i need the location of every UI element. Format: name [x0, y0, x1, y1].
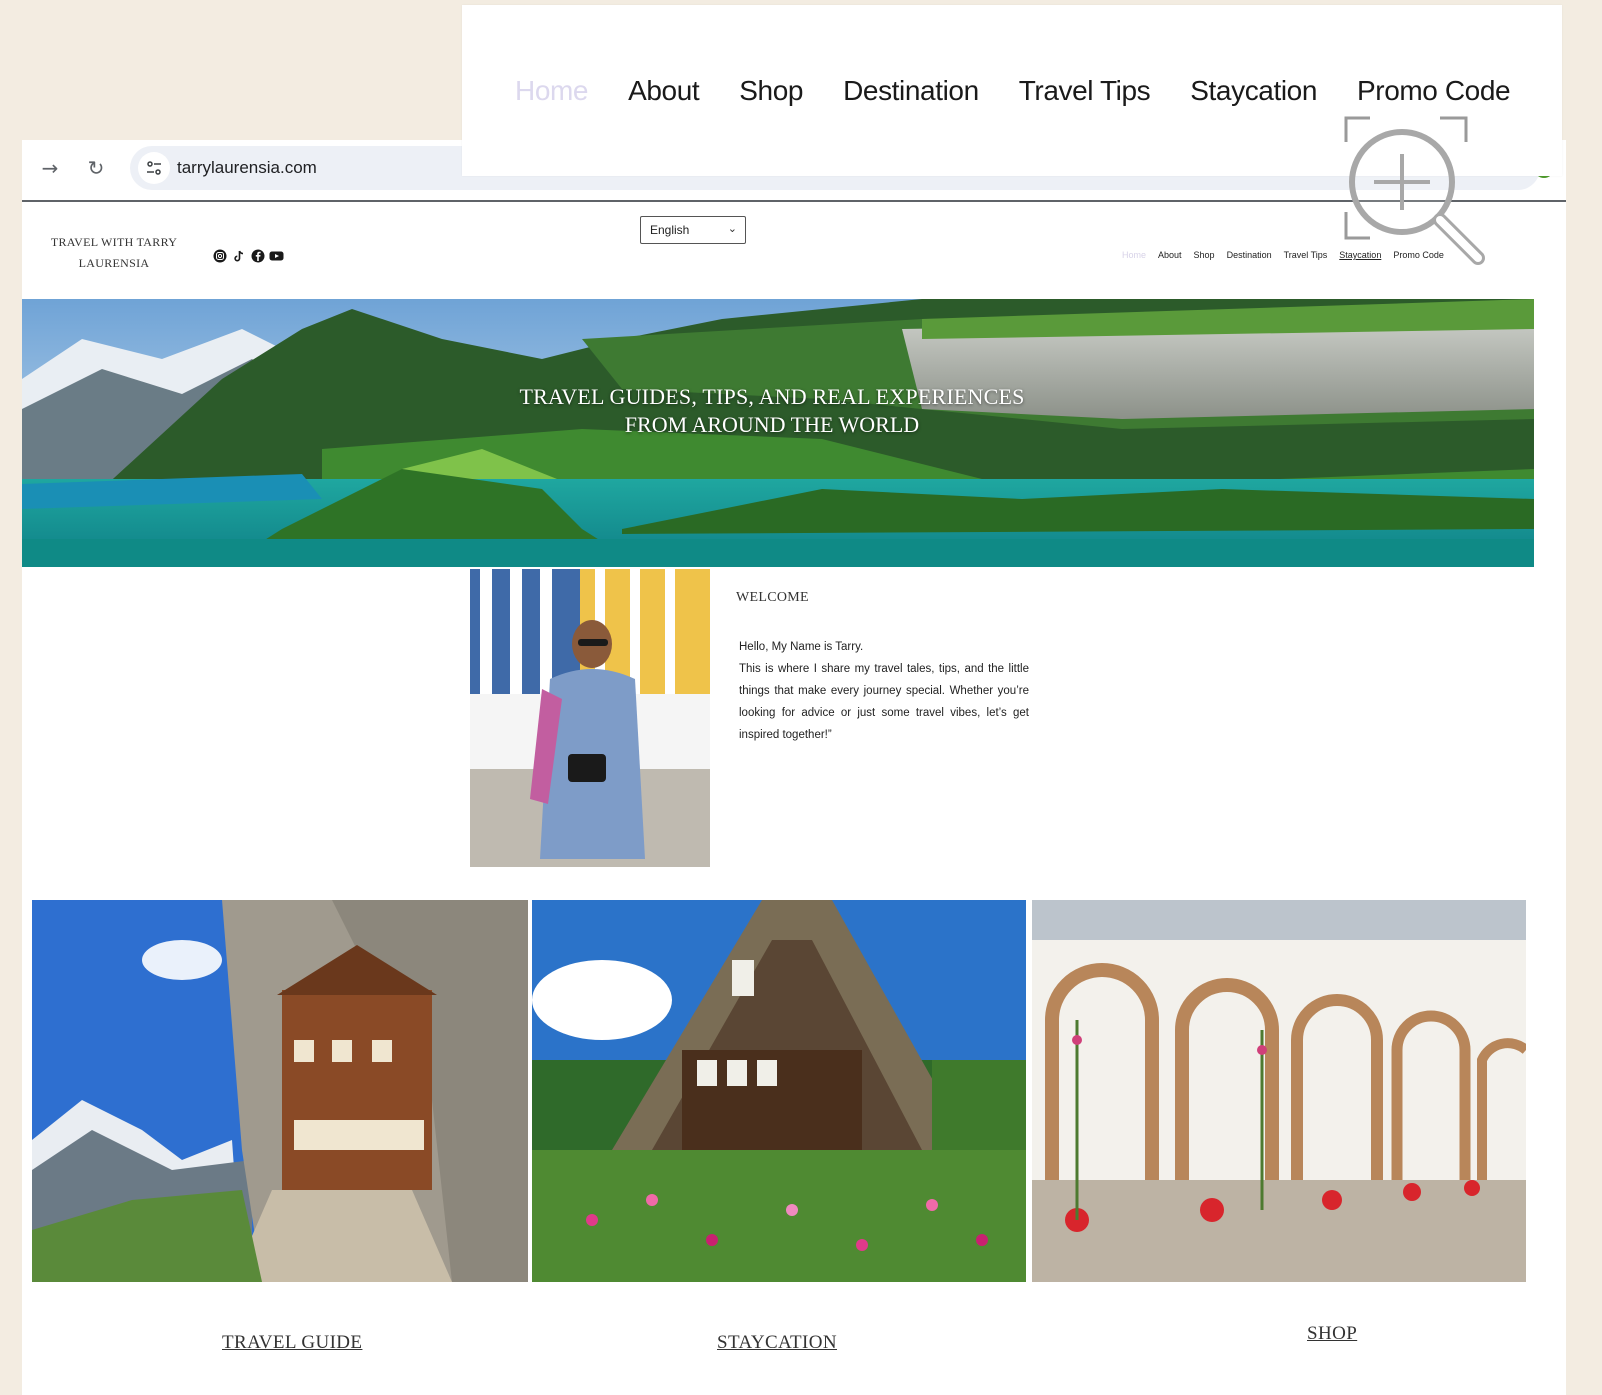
- site-header: TRAVEL WITH TARRY LAURENSIA English ⌄ Ho…: [22, 204, 1566, 299]
- welcome-text: Hello, My Name is Tarry. This is where I…: [739, 636, 1029, 746]
- staycation-image: [532, 900, 1026, 1282]
- site-brand[interactable]: TRAVEL WITH TARRY LAURENSIA: [44, 232, 184, 274]
- hero-title: TRAVEL GUIDES, TIPS, AND REAL EXPERIENCE…: [22, 383, 1522, 439]
- hero-banner: TRAVEL GUIDES, TIPS, AND REAL EXPERIENCE…: [22, 299, 1534, 567]
- staycation-tile[interactable]: [532, 900, 1026, 1282]
- travel-guide-link[interactable]: TRAVEL GUIDE: [222, 1332, 362, 1354]
- social-links: [212, 248, 284, 264]
- hero-title-line2: FROM AROUND THE WORLD: [624, 412, 920, 437]
- zoomed-nav-items: Home About Shop Destination Travel Tips …: [515, 75, 1511, 107]
- magnifier-zoom-icon: [1340, 112, 1490, 272]
- zoom-nav-travel-tips[interactable]: Travel Tips: [1019, 75, 1151, 107]
- language-select[interactable]: English ⌄: [640, 216, 746, 244]
- chevron-down-icon: ⌄: [727, 222, 737, 235]
- browser-window: → ↻ tarrylaurensia.com TRAVEL WITH TARRY…: [22, 140, 1566, 1395]
- shop-image: [1032, 900, 1526, 1282]
- portrait-image: [470, 569, 710, 867]
- zoom-nav-shop[interactable]: Shop: [739, 75, 803, 107]
- travel-guide-image: [32, 900, 528, 1282]
- reload-icon[interactable]: ↻: [82, 154, 110, 182]
- nav-travel-tips[interactable]: Travel Tips: [1284, 250, 1328, 260]
- zoom-nav-promo-code[interactable]: Promo Code: [1357, 75, 1511, 107]
- site-settings-icon[interactable]: [138, 152, 170, 184]
- portrait-photo: [470, 569, 710, 867]
- url-text[interactable]: tarrylaurensia.com: [177, 158, 317, 178]
- shop-link[interactable]: SHOP: [1307, 1323, 1357, 1345]
- language-value: English: [650, 223, 690, 237]
- tiktok-icon[interactable]: [231, 249, 246, 264]
- youtube-icon[interactable]: [269, 249, 284, 264]
- instagram-icon[interactable]: [212, 249, 227, 264]
- hero-title-line1: TRAVEL GUIDES, TIPS, AND REAL EXPERIENCE…: [519, 384, 1025, 409]
- nav-about[interactable]: About: [1158, 250, 1182, 260]
- staycation-link[interactable]: STAYCATION: [717, 1332, 837, 1354]
- shop-tile[interactable]: [1032, 900, 1526, 1282]
- nav-shop[interactable]: Shop: [1194, 250, 1215, 260]
- nav-destination[interactable]: Destination: [1227, 250, 1272, 260]
- zoom-nav-staycation[interactable]: Staycation: [1190, 75, 1317, 107]
- zoom-nav-destination[interactable]: Destination: [843, 75, 979, 107]
- zoom-nav-home[interactable]: Home: [515, 75, 588, 107]
- welcome-greeting: Hello, My Name is Tarry.: [739, 641, 864, 653]
- welcome-body-text: This is where I share my travel tales, t…: [739, 663, 1029, 741]
- zoom-nav-about[interactable]: About: [628, 75, 700, 107]
- welcome-heading: WELCOME: [736, 590, 809, 605]
- travel-guide-tile[interactable]: [32, 900, 528, 1282]
- forward-arrow-icon[interactable]: →: [36, 154, 64, 182]
- nav-home[interactable]: Home: [1122, 250, 1146, 260]
- facebook-icon[interactable]: [250, 249, 265, 264]
